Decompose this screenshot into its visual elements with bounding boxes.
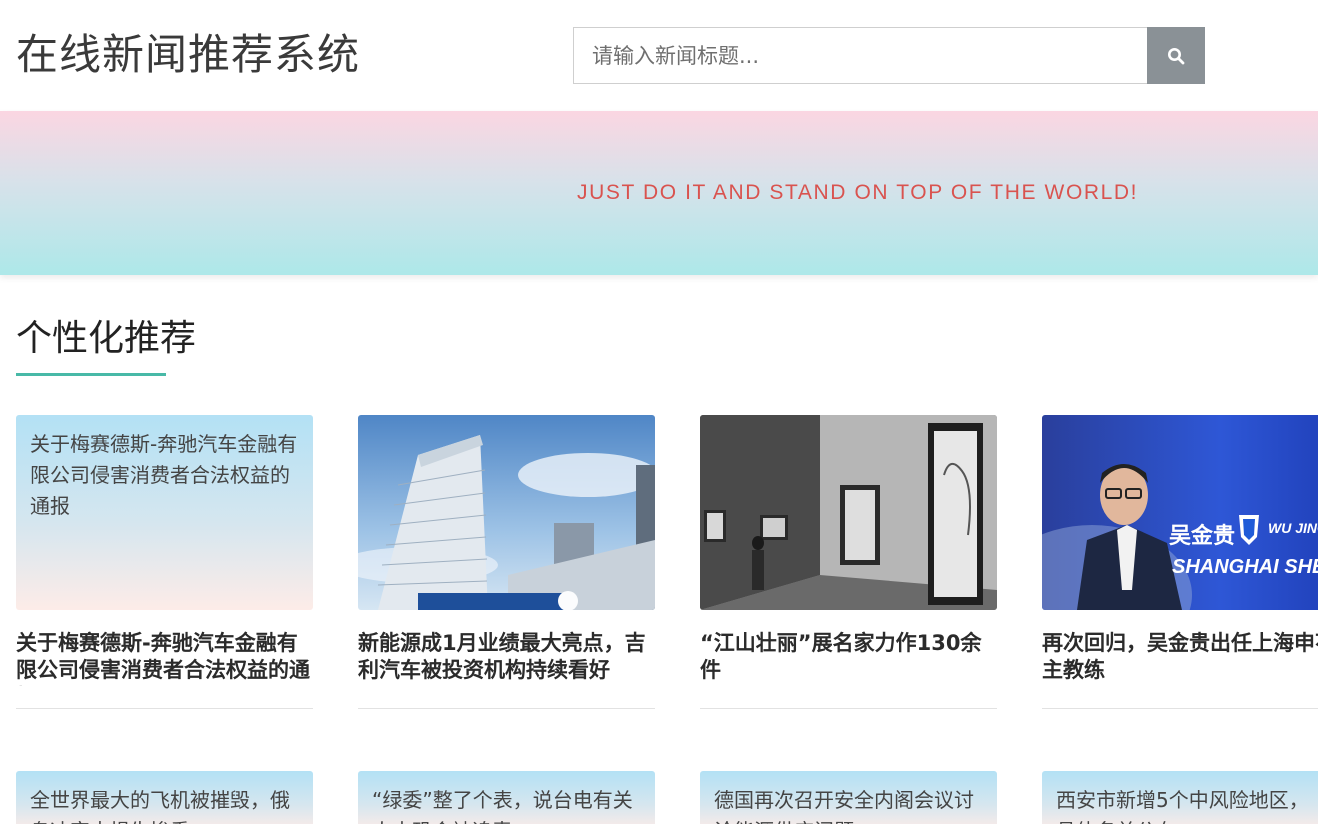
card-title[interactable]: “江山壮丽”展名家力作130余件 [700,630,997,686]
gallery-exhibition-photo [700,415,997,610]
news-card[interactable]: 全世界最大的飞机被摧毁，俄乌冲突中损失惨重 [16,771,313,824]
card-cover-text: “绿委”整了个表，说台电有关人士恐会被追责 [372,788,633,824]
search-button[interactable] [1147,27,1205,84]
card-cover[interactable]: 全世界最大的飞机被摧毁，俄乌冲突中损失惨重 [16,771,313,824]
card-cover[interactable]: 德国再次召开安全内阁会议讨论能源供应问题 [700,771,997,824]
card-title[interactable]: 新能源成1月业绩最大亮点，吉利汽车被投资机构持续看好 [358,630,655,686]
card-cover[interactable]: 关于梅赛德斯-奔驰汽车金融有限公司侵害消费者合法权益的通报 [16,415,313,610]
card-cover-text: 德国再次召开安全内阁会议讨论能源供应问题 [714,788,974,824]
card-image-gallery[interactable] [700,415,997,610]
news-card[interactable]: “江山壮丽”展名家力作130余件 [700,415,997,709]
card-cover-text: 全世界最大的飞机被摧毁，俄乌冲突中损失惨重 [30,788,290,824]
card-title[interactable]: 再次回归，吴金贵出任上海申花主教练 [1042,630,1318,686]
banner-slogan: JUST DO IT AND STAND ON TOP OF THE WORLD… [577,181,1139,204]
news-card[interactable]: 关于梅赛德斯-奔驰汽车金融有限公司侵害消费者合法权益的通报 关于梅赛德斯-奔驰汽… [16,415,313,709]
card-divider [1042,708,1318,709]
news-card[interactable]: 西安市新增5个中风险地区，具体名单公布 [1042,771,1318,824]
card-cover-text: 西安市新增5个中风险地区，具体名单公布 [1056,788,1309,824]
search-box[interactable] [573,27,1148,84]
search-icon [1168,47,1185,64]
card-title[interactable]: 关于梅赛德斯-奔驰汽车金融有限公司侵害消费者合法权益的通报 [16,630,313,686]
news-card[interactable]: 吴金贵 WU JINGUI SHANGHAI SHENHUA 再次回归，吴金贵出… [1042,415,1318,709]
coach-portrait-photo: 吴金贵 WU JINGUI SHANGHAI SHENHUA [1042,415,1318,610]
coach-name-en: WU JINGUI [1268,520,1318,536]
site-header: 在线新闻推荐系统 [0,0,1318,111]
search-input[interactable] [574,28,1147,83]
card-image-coach[interactable]: 吴金贵 WU JINGUI SHANGHAI SHENHUA [1042,415,1318,610]
geely-building-photo [358,415,655,610]
card-cover[interactable]: 西安市新增5个中风险地区，具体名单公布 [1042,771,1318,824]
card-cover-text: 关于梅赛德斯-奔驰汽车金融有限公司侵害消费者合法权益的通报 [30,432,298,518]
card-divider [16,708,313,709]
coach-name-cn: 吴金贵 [1169,523,1235,549]
card-divider [700,708,997,709]
section-underline [16,373,166,376]
card-image-geely-building[interactable] [358,415,655,610]
site-title[interactable]: 在线新闻推荐系统 [16,28,360,82]
club-name: SHANGHAI SHENHUA [1172,556,1318,578]
hero-banner: JUST DO IT AND STAND ON TOP OF THE WORLD… [0,111,1318,275]
news-card[interactable]: 德国再次召开安全内阁会议讨论能源供应问题 [700,771,997,824]
news-card[interactable]: “绿委”整了个表，说台电有关人士恐会被追责 [358,771,655,824]
card-cover[interactable]: “绿委”整了个表，说台电有关人士恐会被追责 [358,771,655,824]
news-card[interactable]: 新能源成1月业绩最大亮点，吉利汽车被投资机构持续看好 [358,415,655,709]
section-heading: 个性化推荐 [16,318,197,359]
card-divider [358,708,655,709]
